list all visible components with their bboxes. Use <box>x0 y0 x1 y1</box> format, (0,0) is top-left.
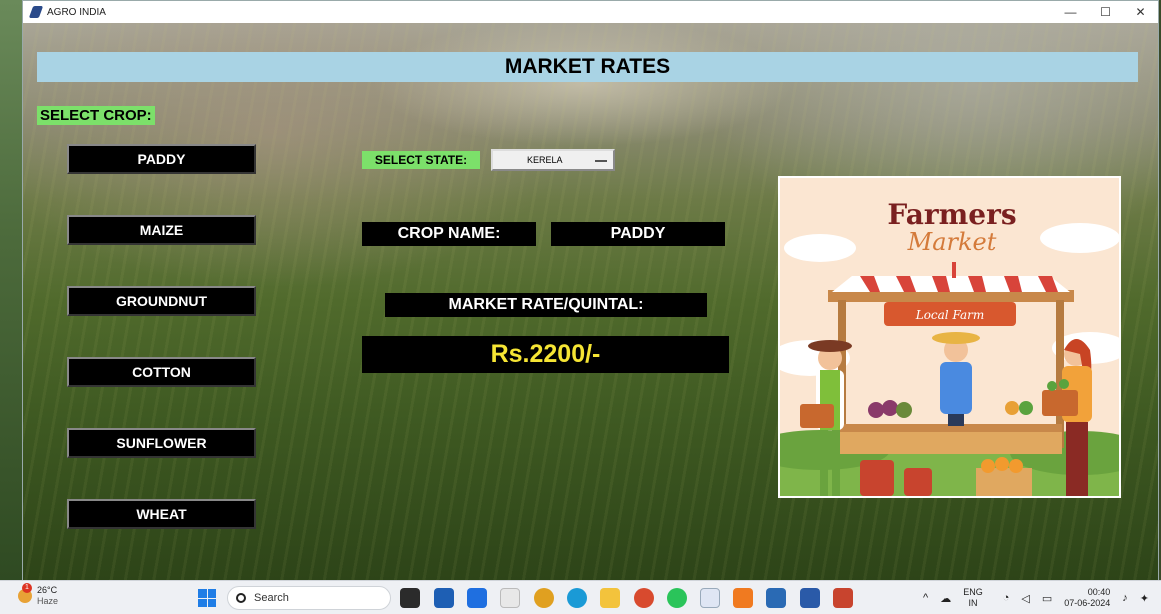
market-rate-value: Rs.2200/- <box>362 336 729 373</box>
dropbox-icon[interactable] <box>467 588 487 608</box>
crop-button-wheat[interactable]: WHEAT <box>67 499 256 529</box>
whatsapp-icon[interactable] <box>667 588 687 608</box>
market-rate-label: MARKET RATE/QUINTAL: <box>385 293 707 317</box>
farmers-market-artwork: Farmers Market Local Farm <box>780 178 1119 496</box>
notification-bell-icon[interactable]: ♪ <box>1122 592 1128 604</box>
weather-widget[interactable]: 26°C Haze <box>18 583 59 607</box>
taskbar-search[interactable]: Search <box>227 586 391 610</box>
window-controls: — ☐ ✕ <box>1053 1 1158 23</box>
chrome-icon[interactable] <box>534 588 554 608</box>
minimize-button[interactable]: — <box>1053 1 1088 23</box>
main-content: MARKET RATES SELECT CROP: PADDY MAIZE GR… <box>23 23 1158 581</box>
weather-sun-icon <box>18 583 32 603</box>
select-state-label: SELECT STATE: <box>362 151 480 169</box>
crop-button-maize[interactable]: MAIZE <box>67 215 256 245</box>
select-crop-label: SELECT CROP: <box>37 106 155 125</box>
page-title: MARKET RATES <box>504 55 671 78</box>
state-dropdown[interactable]: KERELA <box>491 149 615 171</box>
store-icon[interactable] <box>434 588 454 608</box>
dropdown-arrow-icon <box>595 159 607 162</box>
poster-sign-text: Local Farm <box>915 308 985 322</box>
python-idle-icon[interactable] <box>700 588 720 608</box>
xampp-icon[interactable] <box>733 588 753 608</box>
file-explorer-icon[interactable] <box>600 588 620 608</box>
app-window: AGRO INDIA — ☐ ✕ MARKET RATES SELECT CRO… <box>22 0 1159 581</box>
edge-icon[interactable] <box>567 588 587 608</box>
windows-start-icon[interactable] <box>198 589 216 607</box>
wifi-icon[interactable]: ◔ <box>1003 592 1010 604</box>
taskbar: 26°C Haze Search ^ ☁ ENG IN ◔ ◁ ▭ 00:40 … <box>0 580 1161 614</box>
maximize-button[interactable]: ☐ <box>1088 1 1123 23</box>
search-icon <box>236 593 246 603</box>
battery-icon[interactable]: ▭ <box>1042 592 1052 605</box>
chrome-profile-icon[interactable] <box>634 588 654 608</box>
app-feather-icon <box>28 6 44 18</box>
clock-time: 00:40 <box>1087 587 1111 597</box>
volume-icon[interactable]: ◁ <box>1021 592 1029 605</box>
desktop-background <box>0 0 22 580</box>
search-label: Search <box>254 592 289 604</box>
page-header: MARKET RATES <box>37 52 1138 82</box>
system-tray: ^ ☁ ENG IN ◔ ◁ ▭ 00:40 07-06-2024 ♪ ✦ <box>923 581 1161 614</box>
close-button[interactable]: ✕ <box>1123 1 1158 23</box>
crop-button-sunflower[interactable]: SUNFLOWER <box>67 428 256 458</box>
amazon-icon[interactable] <box>500 588 520 608</box>
window-title: AGRO INDIA <box>47 6 106 18</box>
crop-name-value: PADDY <box>551 222 725 246</box>
onedrive-icon[interactable]: ☁ <box>940 592 951 605</box>
crop-button-cotton[interactable]: COTTON <box>67 357 256 387</box>
clock-date: 07-06-2024 <box>1064 598 1111 608</box>
title-bar: AGRO INDIA — ☐ ✕ <box>23 1 1158 23</box>
crop-button-paddy[interactable]: PADDY <box>67 144 256 174</box>
tray-chevron-icon[interactable]: ^ <box>923 592 928 604</box>
crop-button-groundnut[interactable]: GROUNDNUT <box>67 286 256 316</box>
photos-icon[interactable] <box>766 588 786 608</box>
clock[interactable]: 00:40 07-06-2024 <box>1064 587 1110 609</box>
word-icon[interactable] <box>800 588 820 608</box>
task-view-icon[interactable] <box>400 588 420 608</box>
poster-title-farmers: Farmers <box>887 198 1016 231</box>
powerpoint-icon[interactable] <box>833 588 853 608</box>
crop-name-label: CROP NAME: <box>362 222 536 246</box>
copilot-icon[interactable]: ✦ <box>1140 592 1149 605</box>
weather-temp: 26°C <box>37 585 58 595</box>
poster-title-market: Market <box>907 228 997 256</box>
weather-desc: Haze <box>37 596 59 606</box>
farmers-market-illustration: Farmers Market Local Farm <box>778 176 1121 498</box>
state-dropdown-value: KERELA <box>527 155 563 165</box>
language-indicator[interactable]: ENG IN <box>963 587 983 609</box>
